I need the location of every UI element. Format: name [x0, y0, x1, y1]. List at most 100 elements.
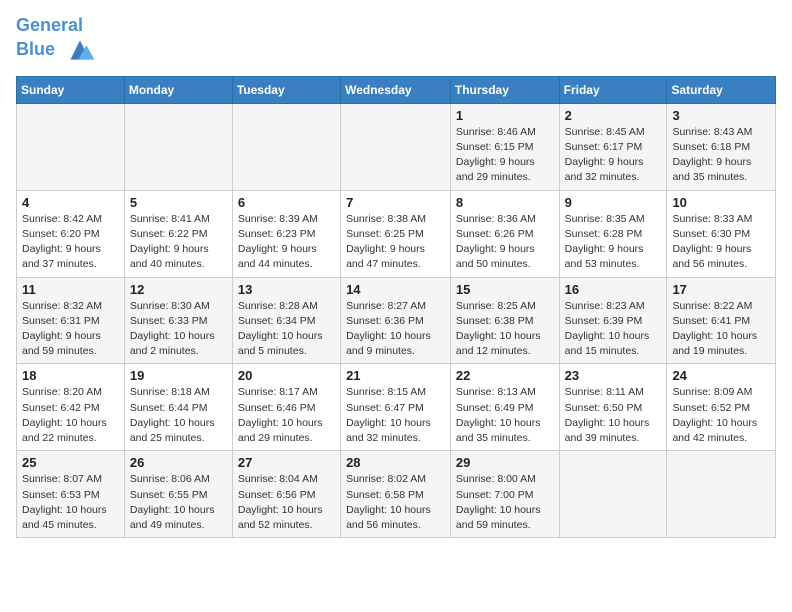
day-info: Sunrise: 8:20 AMSunset: 6:42 PMDaylight:…: [22, 385, 119, 446]
calendar-cell: 7Sunrise: 8:38 AMSunset: 6:25 PMDaylight…: [341, 190, 451, 277]
day-info: Sunrise: 8:25 AMSunset: 6:38 PMDaylight:…: [456, 299, 554, 360]
calendar-cell: [232, 103, 340, 190]
calendar-cell: 14 Sunrise: 8:27 AMSunset: 6:36 PMDayligh…: [341, 277, 451, 364]
calendar-cell: 27Sunrise: 8:04 AMSunset: 6:56 PMDayligh…: [232, 451, 340, 538]
day-number: 11: [22, 282, 119, 297]
day-number: 14: [346, 282, 445, 297]
calendar-table: SundayMondayTuesdayWednesdayThursdayFrid…: [16, 76, 776, 538]
calendar-cell: 2 Sunrise: 8:45 AMSunset: 6:17 PMDaylight…: [559, 103, 667, 190]
day-info: Sunrise: 8:04 AMSunset: 6:56 PMDaylight:…: [238, 472, 335, 533]
day-info: Sunrise: 8:11 AMSunset: 6:50 PMDaylight:…: [565, 385, 662, 446]
calendar-cell: [667, 451, 776, 538]
day-number: 15: [456, 282, 554, 297]
day-number: 12: [130, 282, 227, 297]
logo-icon: [64, 36, 96, 64]
day-info: Sunrise: 8:23 AMSunset: 6:39 PMDaylight:…: [565, 299, 662, 360]
calendar-cell: 19Sunrise: 8:18 AMSunset: 6:44 PMDayligh…: [124, 364, 232, 451]
day-number: 26: [130, 455, 227, 470]
day-info: Sunrise: 8:45 AMSunset: 6:17 PMDaylight:…: [565, 125, 662, 186]
day-info: Sunrise: 8:36 AMSunset: 6:26 PMDaylight:…: [456, 212, 554, 273]
day-number: 7: [346, 195, 445, 210]
day-header-wednesday: Wednesday: [341, 76, 451, 103]
calendar-cell: 22 Sunrise: 8:13 AMSunset: 6:49 PMDayligh…: [450, 364, 559, 451]
logo: General Blue: [16, 16, 96, 64]
day-info: Sunrise: 8:22 AMSunset: 6:41 PMDaylight:…: [672, 299, 770, 360]
day-number: 1: [456, 108, 554, 123]
calendar-cell: 12 Sunrise: 8:30 AMSunset: 6:33 PMDayligh…: [124, 277, 232, 364]
calendar-cell: 23 Sunrise: 8:11 AMSunset: 6:50 PMDayligh…: [559, 364, 667, 451]
day-info: Sunrise: 8:00 AMSunset: 7:00 PMDaylight:…: [456, 472, 554, 533]
day-number: 16: [565, 282, 662, 297]
day-number: 2: [565, 108, 662, 123]
calendar-week-row: 4 Sunrise: 8:42 AMSunset: 6:20 PMDaylight…: [17, 190, 776, 277]
day-number: 22: [456, 368, 554, 383]
day-header-thursday: Thursday: [450, 76, 559, 103]
day-info: Sunrise: 8:28 AMSunset: 6:34 PMDaylight:…: [238, 299, 335, 360]
calendar-cell: 20Sunrise: 8:17 AMSunset: 6:46 PMDayligh…: [232, 364, 340, 451]
calendar-cell: 8Sunrise: 8:36 AMSunset: 6:26 PMDaylight…: [450, 190, 559, 277]
calendar-cell: 5Sunrise: 8:41 AMSunset: 6:22 PMDaylight…: [124, 190, 232, 277]
calendar-cell: [124, 103, 232, 190]
calendar-cell: 11 Sunrise: 8:32 AMSunset: 6:31 PMDayligh…: [17, 277, 125, 364]
calendar-cell: 4 Sunrise: 8:42 AMSunset: 6:20 PMDaylight…: [17, 190, 125, 277]
calendar-cell: [341, 103, 451, 190]
calendar-week-row: 18 Sunrise: 8:20 AMSunset: 6:42 PMDayligh…: [17, 364, 776, 451]
day-number: 28: [346, 455, 445, 470]
day-number: 10: [672, 195, 770, 210]
calendar-cell: 18 Sunrise: 8:20 AMSunset: 6:42 PMDayligh…: [17, 364, 125, 451]
day-header-monday: Monday: [124, 76, 232, 103]
day-number: 18: [22, 368, 119, 383]
calendar-cell: [17, 103, 125, 190]
day-info: Sunrise: 8:39 AMSunset: 6:23 PMDaylight:…: [238, 212, 335, 273]
day-info: Sunrise: 8:15 AMSunset: 6:47 PMDaylight:…: [346, 385, 445, 446]
day-header-tuesday: Tuesday: [232, 76, 340, 103]
day-number: 3: [672, 108, 770, 123]
calendar-cell: 3 Sunrise: 8:43 AMSunset: 6:18 PMDaylight…: [667, 103, 776, 190]
day-number: 23: [565, 368, 662, 383]
calendar-cell: 1Sunrise: 8:46 AMSunset: 6:15 PMDaylight…: [450, 103, 559, 190]
calendar-cell: 29 Sunrise: 8:00 AMSunset: 7:00 PMDayligh…: [450, 451, 559, 538]
calendar-cell: 10 Sunrise: 8:33 AMSunset: 6:30 PMDayligh…: [667, 190, 776, 277]
calendar-cell: 21 Sunrise: 8:15 AMSunset: 6:47 PMDayligh…: [341, 364, 451, 451]
day-info: Sunrise: 8:13 AMSunset: 6:49 PMDaylight:…: [456, 385, 554, 446]
day-header-sunday: Sunday: [17, 76, 125, 103]
day-number: 17: [672, 282, 770, 297]
calendar-cell: [559, 451, 667, 538]
day-number: 24: [672, 368, 770, 383]
day-info: Sunrise: 8:27 AMSunset: 6:36 PMDaylight:…: [346, 299, 445, 360]
calendar-cell: 26 Sunrise: 8:06 AMSunset: 6:55 PMDayligh…: [124, 451, 232, 538]
day-info: Sunrise: 8:17 AMSunset: 6:46 PMDaylight:…: [238, 385, 335, 446]
day-info: Sunrise: 8:42 AMSunset: 6:20 PMDaylight:…: [22, 212, 119, 273]
day-number: 25: [22, 455, 119, 470]
day-header-friday: Friday: [559, 76, 667, 103]
calendar-week-row: 11 Sunrise: 8:32 AMSunset: 6:31 PMDayligh…: [17, 277, 776, 364]
day-number: 19: [130, 368, 227, 383]
logo-blue: Blue: [16, 39, 55, 59]
day-info: Sunrise: 8:07 AMSunset: 6:53 PMDaylight:…: [22, 472, 119, 533]
day-number: 29: [456, 455, 554, 470]
day-info: Sunrise: 8:09 AMSunset: 6:52 PMDaylight:…: [672, 385, 770, 446]
day-info: Sunrise: 8:32 AMSunset: 6:31 PMDaylight:…: [22, 299, 119, 360]
day-number: 21: [346, 368, 445, 383]
day-number: 4: [22, 195, 119, 210]
calendar-cell: 25 Sunrise: 8:07 AMSunset: 6:53 PMDayligh…: [17, 451, 125, 538]
day-info: Sunrise: 8:30 AMSunset: 6:33 PMDaylight:…: [130, 299, 227, 360]
day-info: Sunrise: 8:06 AMSunset: 6:55 PMDaylight:…: [130, 472, 227, 533]
day-number: 6: [238, 195, 335, 210]
calendar-cell: 16 Sunrise: 8:23 AMSunset: 6:39 PMDayligh…: [559, 277, 667, 364]
calendar-cell: 15 Sunrise: 8:25 AMSunset: 6:38 PMDayligh…: [450, 277, 559, 364]
calendar-header-row: SundayMondayTuesdayWednesdayThursdayFrid…: [17, 76, 776, 103]
calendar-cell: 17 Sunrise: 8:22 AMSunset: 6:41 PMDayligh…: [667, 277, 776, 364]
day-header-saturday: Saturday: [667, 76, 776, 103]
page-header: General Blue: [16, 16, 776, 64]
calendar-cell: 6 Sunrise: 8:39 AMSunset: 6:23 PMDaylight…: [232, 190, 340, 277]
day-info: Sunrise: 8:33 AMSunset: 6:30 PMDaylight:…: [672, 212, 770, 273]
day-number: 9: [565, 195, 662, 210]
day-info: Sunrise: 8:41 AMSunset: 6:22 PMDaylight:…: [130, 212, 227, 273]
day-number: 13: [238, 282, 335, 297]
day-info: Sunrise: 8:02 AMSunset: 6:58 PMDaylight:…: [346, 472, 445, 533]
calendar-cell: 24 Sunrise: 8:09 AMSunset: 6:52 PMDayligh…: [667, 364, 776, 451]
day-info: Sunrise: 8:43 AMSunset: 6:18 PMDaylight:…: [672, 125, 770, 186]
calendar-cell: 28 Sunrise: 8:02 AMSunset: 6:58 PMDayligh…: [341, 451, 451, 538]
calendar-week-row: 1Sunrise: 8:46 AMSunset: 6:15 PMDaylight…: [17, 103, 776, 190]
